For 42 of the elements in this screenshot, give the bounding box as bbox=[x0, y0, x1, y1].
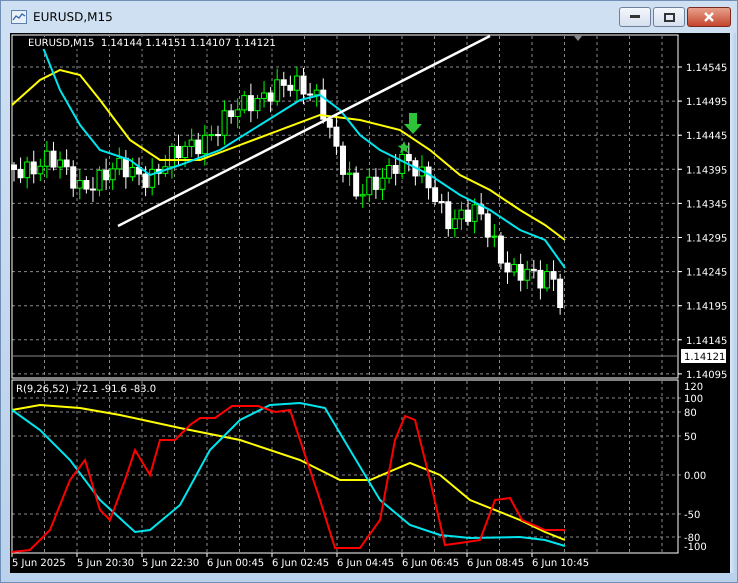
current-price-label: 1.14121 bbox=[681, 349, 726, 363]
minimize-button[interactable] bbox=[619, 7, 651, 27]
indicator-axis-label: 100 bbox=[684, 394, 704, 405]
chart-window-icon bbox=[11, 10, 27, 24]
vertical-scrollbar[interactable] bbox=[730, 33, 736, 573]
minimize-icon bbox=[630, 15, 640, 19]
price-label: 1.14395 bbox=[686, 165, 728, 176]
time-label: 6 Jun 02:45 bbox=[272, 558, 330, 569]
star-icon bbox=[398, 141, 410, 154]
indicator-axis-label: 80 bbox=[684, 408, 697, 419]
time-label: 6 Jun 10:45 bbox=[532, 558, 590, 569]
time-label: 5 Jun 20:30 bbox=[77, 558, 134, 569]
window-title: EURUSD,M15 bbox=[33, 10, 113, 24]
price-label: 1.14295 bbox=[686, 234, 728, 244]
price-label: 1.14545 bbox=[686, 63, 728, 74]
time-label: 6 Jun 04:45 bbox=[337, 558, 394, 569]
price-label: 1.14345 bbox=[686, 199, 728, 210]
price-label: 1.14245 bbox=[686, 268, 728, 279]
indicator-axis-label: 50 bbox=[684, 432, 697, 443]
shift-marker-icon[interactable] bbox=[574, 36, 582, 41]
price-label: 1.14195 bbox=[686, 302, 728, 313]
restore-icon bbox=[664, 12, 674, 22]
chart-header: EURUSD,M15 1.14144 1.14151 1.14107 1.14121 bbox=[28, 38, 276, 49]
indicator-axis-label: 120 bbox=[684, 382, 704, 393]
time-label: 6 Jun 06:45 bbox=[402, 558, 460, 569]
time-label: 6 Jun 08:45 bbox=[467, 558, 524, 569]
maximize-button[interactable] bbox=[653, 7, 685, 27]
time-label: 6 Jun 00:45 bbox=[207, 558, 264, 569]
price-label: 1.14095 bbox=[686, 370, 728, 381]
indicator-axis-label: -100 bbox=[684, 542, 707, 553]
indicator-axis-label: -80 bbox=[684, 533, 700, 544]
price-label: 1.14495 bbox=[686, 97, 728, 108]
indicator-axis-label: -50 bbox=[684, 510, 700, 521]
time-label: 5 Jun 22:30 bbox=[142, 558, 200, 569]
time-label: 5 Jun 2025 bbox=[12, 558, 66, 569]
price-label: 1.14445 bbox=[686, 131, 728, 142]
indicator-label: R(9,26,52) -72.1 -91.6 -83.0 bbox=[16, 384, 156, 395]
indicator-axis-label: 0.00 bbox=[684, 471, 706, 482]
close-icon bbox=[703, 12, 715, 22]
down-arrow-icon bbox=[404, 113, 422, 134]
close-button[interactable] bbox=[687, 7, 731, 27]
price-label: 1.14145 bbox=[686, 336, 728, 347]
